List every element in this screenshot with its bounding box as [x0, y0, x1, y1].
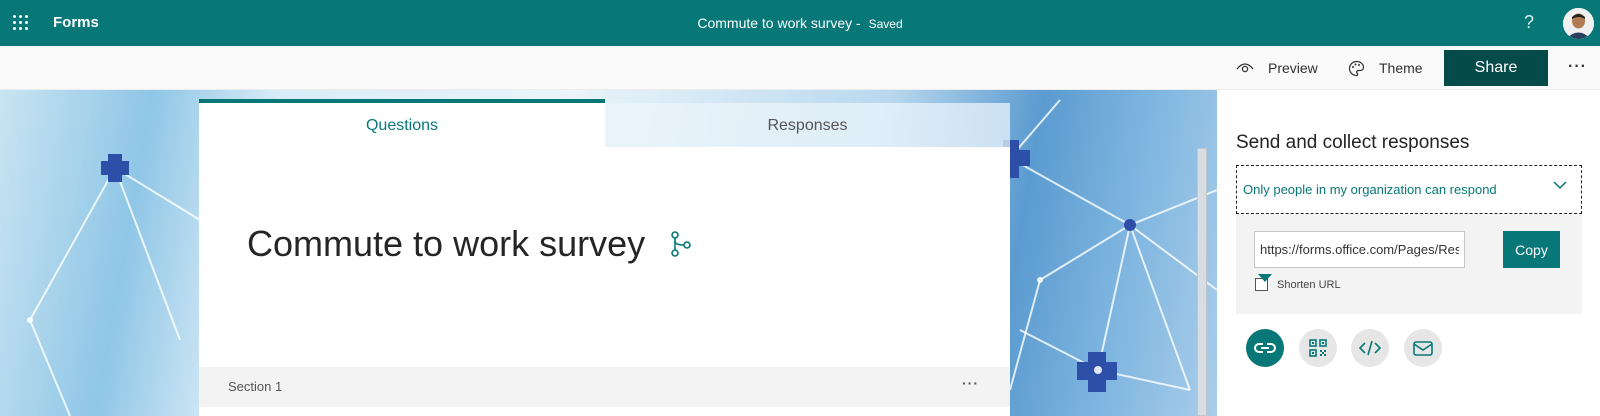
- avatar[interactable]: [1563, 8, 1594, 39]
- link-share-box: Copy Shorten URL: [1236, 214, 1582, 314]
- active-option-pointer: [1258, 274, 1272, 282]
- eye-icon: [1236, 63, 1254, 73]
- share-option-embed[interactable]: [1351, 329, 1389, 367]
- share-panel-title: Send and collect responses: [1236, 132, 1470, 153]
- form-tabs: Questions Responses: [199, 99, 1010, 147]
- shorten-url-label: Shorten URL: [1277, 278, 1341, 291]
- section-header: Section 1 ···: [199, 367, 1010, 407]
- audience-selected-value: Only people in my organization can respo…: [1243, 182, 1497, 197]
- section-more-button[interactable]: ···: [962, 375, 979, 391]
- theme-label: Theme: [1379, 60, 1423, 76]
- app-header: Forms Commute to work survey - Saved ?: [0, 0, 1600, 46]
- preview-button[interactable]: Preview: [1236, 46, 1318, 90]
- email-icon: [1413, 340, 1433, 356]
- tab-questions[interactable]: Questions: [199, 99, 605, 147]
- embed-icon: [1359, 340, 1381, 356]
- theme-button[interactable]: Theme: [1348, 46, 1423, 90]
- copy-button[interactable]: Copy: [1503, 231, 1560, 268]
- audience-dropdown[interactable]: Only people in my organization can respo…: [1236, 165, 1582, 214]
- share-url-field[interactable]: [1254, 231, 1465, 268]
- tab-responses[interactable]: Responses: [605, 103, 1010, 147]
- document-title: Commute to work survey - Saved: [697, 15, 903, 31]
- save-status: Saved: [868, 17, 903, 31]
- palette-icon: [1348, 60, 1365, 76]
- help-icon[interactable]: ?: [1524, 12, 1534, 33]
- form-card: Commute to work survey Section 1 ···: [199, 147, 1010, 416]
- share-button[interactable]: Share: [1444, 50, 1548, 86]
- scrollbar[interactable]: [1197, 148, 1207, 416]
- command-bar: Preview Theme Share ···: [0, 46, 1600, 90]
- chevron-down-icon: [1553, 181, 1567, 190]
- form-title[interactable]: Commute to work survey: [247, 223, 645, 265]
- document-title-text[interactable]: Commute to work survey: [697, 15, 852, 31]
- more-options-button[interactable]: ···: [1568, 58, 1587, 76]
- preview-label: Preview: [1268, 60, 1318, 76]
- share-option-qr[interactable]: [1299, 329, 1337, 367]
- share-option-email[interactable]: [1404, 329, 1442, 367]
- section-title[interactable]: Section 1: [228, 379, 282, 394]
- qr-code-icon: [1309, 339, 1327, 357]
- link-icon: [1254, 343, 1276, 353]
- branching-icon[interactable]: [670, 231, 692, 262]
- share-option-link[interactable]: [1246, 329, 1284, 367]
- share-panel: Send and collect responses Only people i…: [1217, 90, 1600, 416]
